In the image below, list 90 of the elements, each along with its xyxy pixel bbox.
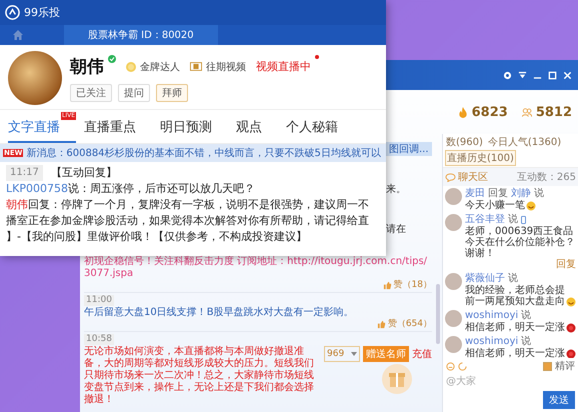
caret-icon xyxy=(351,352,357,356)
avatar xyxy=(445,310,462,327)
smiley-icon xyxy=(526,201,536,211)
stat-value: 5812 xyxy=(536,104,572,120)
message-text: 老师，000639西王食品今天在什么价位能补仓？谢谢！ xyxy=(465,226,576,259)
username[interactable]: 五谷丰登 xyxy=(465,214,505,226)
flame-icon xyxy=(458,106,468,118)
post-text: 无论市场如何演变，本直播都将与本周做好撤退准备，大的周期等都对短线形成较大的压力。短线我们只期待市场来一次二次冲！总之，大家静待市场短线变盘节点到来，操作上，无论上还是下我们都会选择撤退！ xyxy=(84,346,315,406)
tab[interactable]: 个人秘籍 xyxy=(286,112,354,143)
reply-text: 】-【我的问股】里做评价哦！【仅供参考，不构成投资建议】 xyxy=(6,229,308,245)
like-count[interactable]: 赞（654） xyxy=(388,319,432,330)
avatar xyxy=(445,188,462,205)
username[interactable]: 麦田 xyxy=(465,188,485,200)
tab[interactable]: 观点 xyxy=(236,112,278,143)
chat-bubble-icon xyxy=(445,172,456,182)
scrollbar[interactable] xyxy=(436,284,440,344)
close-icon[interactable] xyxy=(563,70,572,80)
avatar xyxy=(445,273,462,290)
avatar xyxy=(445,214,462,231)
tab[interactable]: 明日预测 xyxy=(160,112,228,143)
avatar xyxy=(445,336,462,353)
host-name[interactable]: 朝伟 xyxy=(6,198,28,211)
message-text: 今天小赚一笔 xyxy=(465,200,525,211)
chat-tab[interactable]: 今日人气(1360) xyxy=(486,135,562,149)
maximize-icon[interactable] xyxy=(548,70,557,80)
feed-text: 来。 xyxy=(386,182,406,196)
flower-icon xyxy=(566,323,576,333)
username[interactable]: woshimoyi xyxy=(465,310,518,322)
badge-label: 金牌达人 xyxy=(140,60,180,74)
host-name: 朝伟 xyxy=(70,56,104,78)
checkbox[interactable] xyxy=(543,362,552,370)
username[interactable]: 紫薇仙子 xyxy=(465,273,505,285)
flower-icon xyxy=(566,349,576,358)
post-text: 初现企稳信号！关注科翻反击力度 订阅地址：http://itougu.jrj.com.cn/tips/3077.jspa xyxy=(84,256,428,280)
feed-text: 图回调... xyxy=(386,142,432,156)
action-button[interactable]: 提问 xyxy=(118,84,150,102)
people-icon xyxy=(522,106,532,118)
feed-text: 请在 xyxy=(386,222,406,236)
film-icon[interactable] xyxy=(190,62,202,71)
verb-text: 说 xyxy=(521,336,532,348)
username[interactable]: woshimoyi xyxy=(465,336,518,348)
username[interactable]: LKP000758 xyxy=(6,182,68,195)
settings-icon[interactable] xyxy=(503,70,512,80)
post-time: 11:17 xyxy=(6,165,43,181)
chat-tab[interactable]: 直播历史(100) xyxy=(445,150,516,166)
action-button[interactable]: 已关注 xyxy=(70,84,112,102)
amount-dropdown[interactable]: 969 xyxy=(324,346,360,362)
reply-text: 回复：停牌了一个月，复牌没有一字板，说明不是很强势，建议周一不 xyxy=(28,198,369,211)
thumbs-up-icon[interactable] xyxy=(382,281,392,290)
action-button[interactable]: 拜师 xyxy=(156,84,188,102)
coin-icon xyxy=(126,62,136,72)
checkbox-label[interactable]: 精评 xyxy=(555,359,575,373)
send-button[interactable]: 发送 xyxy=(543,391,575,409)
news-text[interactable]: 新消息：600884杉杉股份的基本面不错，中线而言，只要不跌破5日均线就可以 xyxy=(26,146,381,160)
verb-text: 说 xyxy=(534,188,544,200)
post-text: 午后留意大盘10日线支撑！B股早盘跳水对大盘有一定影响。 xyxy=(84,307,355,319)
past-videos-link[interactable]: 往期视频 xyxy=(206,60,246,74)
dropdown-icon[interactable] xyxy=(518,70,527,80)
stat-value: 6823 xyxy=(472,104,508,120)
message-text: 相信老师，明天一定涨 xyxy=(465,322,565,333)
chat-title: 聊天区 xyxy=(458,171,488,184)
avatar-image xyxy=(8,51,62,105)
chat-tab[interactable]: 数(960) xyxy=(445,135,484,149)
smiley-icon xyxy=(566,297,576,307)
recharge-link[interactable]: 充值 xyxy=(412,347,432,361)
question-text: 说：周五涨停，后市还可以放几天吧？ xyxy=(68,182,255,195)
reply-text: 播室正在参加金牌诊股活动，如果觉得本次解答对你有所帮助，请记得给直 xyxy=(6,213,370,229)
post-time: 10:58 xyxy=(84,334,114,345)
reply-link[interactable]: 回复 xyxy=(556,259,576,270)
username[interactable]: 刘静 xyxy=(511,188,531,200)
emoji-icon[interactable] xyxy=(446,362,455,370)
message-text: 相信老师，明天一定涨 xyxy=(465,348,565,358)
like-count[interactable]: 赞（18） xyxy=(394,280,432,291)
verb-text: 说 xyxy=(521,310,532,322)
room-title: 股票林争霸 ID：80020 xyxy=(64,25,218,45)
post-title: 【互动回复】 xyxy=(50,165,117,181)
interaction-count: 互动数：265 xyxy=(516,171,576,184)
gift-icon[interactable] xyxy=(382,364,412,394)
live-status-link[interactable]: 视频直播中 xyxy=(256,59,311,74)
verb-text: 说 xyxy=(508,273,518,284)
action-text: 回复 xyxy=(488,188,508,200)
thumbs-up-icon[interactable] xyxy=(376,320,386,329)
gift-button[interactable]: 赠送名师 xyxy=(363,346,409,362)
tab[interactable]: 直播重点 xyxy=(84,112,152,143)
home-icon[interactable] xyxy=(12,29,24,41)
verb-text: 说 xyxy=(508,214,518,226)
message-text: 我的经验，老师总会提前一两尾预知大盘走向 xyxy=(465,285,565,307)
post-time: 11:00 xyxy=(84,295,114,306)
logo-icon xyxy=(5,5,20,20)
app-name: 99乐投 xyxy=(24,5,60,20)
